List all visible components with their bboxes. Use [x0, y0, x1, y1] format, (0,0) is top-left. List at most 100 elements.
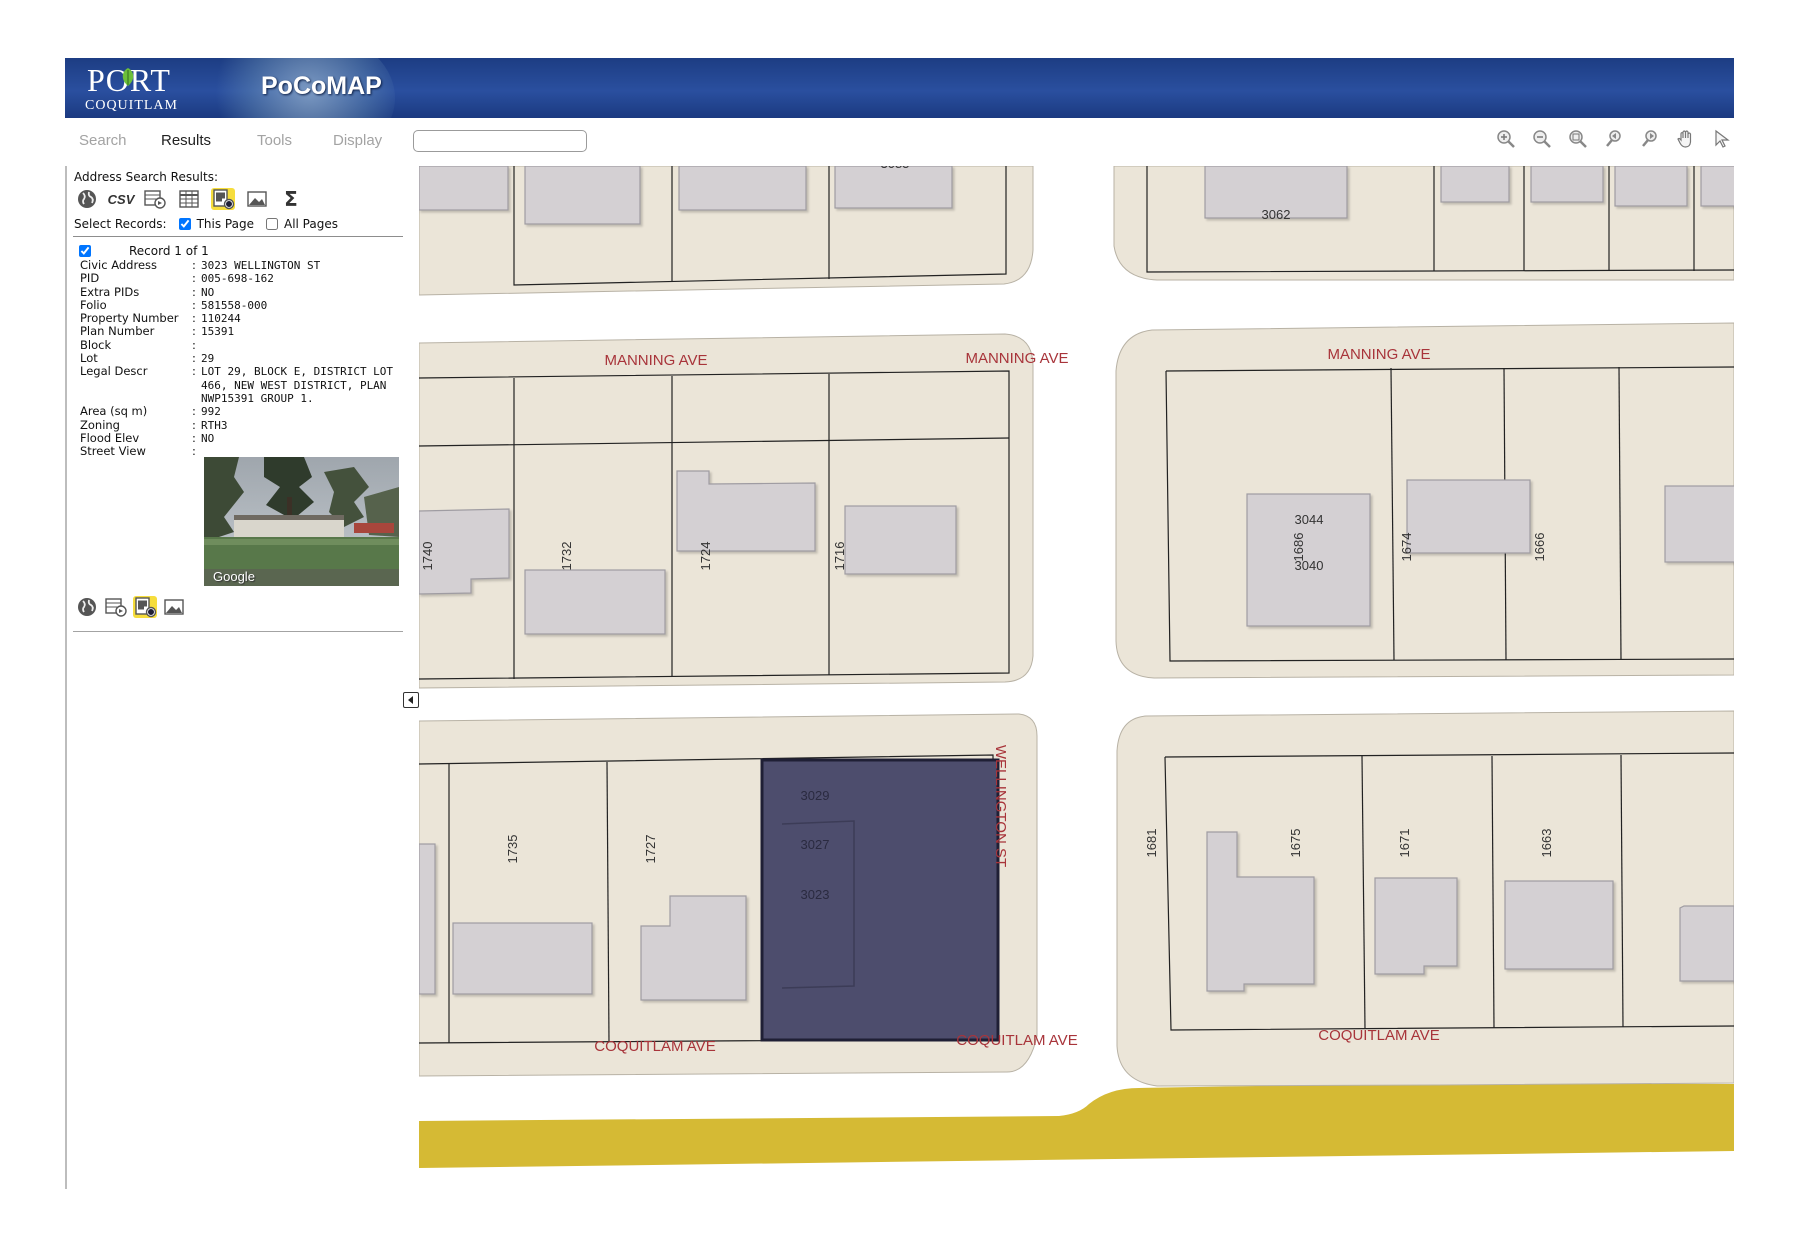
building — [419, 843, 436, 995]
record-field-row: Flood Elev: NO — [80, 430, 401, 445]
record-actions — [75, 596, 186, 618]
record-field-key: Civic Address — [80, 258, 158, 272]
map-view[interactable]: MANNING AVE MANNING AVE MANNING AVE WELLING… — [419, 166, 1734, 1189]
table-grid-icon[interactable] — [177, 188, 201, 210]
record-field-row: Property Number:110244 — [80, 311, 401, 326]
building — [1530, 166, 1604, 203]
all-pages-checkbox[interactable] — [265, 218, 278, 230]
record-field-value: RTH3 — [201, 418, 228, 432]
address-label: 1724 — [698, 542, 713, 571]
record-field-key: Legal Descr — [80, 364, 148, 379]
record-field-key: Zoning — [80, 417, 120, 432]
app-title: PoCoMAP — [261, 72, 382, 100]
csv-export-icon[interactable]: CSV — [108, 188, 135, 210]
building — [1374, 877, 1458, 975]
address-label: 3062 — [1262, 207, 1291, 222]
record-field-row: Plan Number:15391 — [80, 324, 401, 339]
record-field-row: Lot:29 — [80, 351, 401, 366]
address-label: 1681 — [1144, 829, 1159, 858]
next-extent-icon[interactable] — [1639, 128, 1661, 150]
collapse-panel-button[interactable] — [403, 692, 419, 708]
record-field-row: Civic Address:3023 WELLINGTON ST — [80, 258, 401, 272]
record-field-key: Flood Elev — [80, 430, 140, 445]
map-toolbar — [1495, 128, 1733, 156]
building — [1664, 485, 1734, 563]
record-header: Record 1 of 1 — [77, 244, 209, 258]
record-field-separator: : — [192, 271, 196, 286]
image-icon[interactable] — [245, 188, 269, 210]
select-arrow-icon[interactable] — [1711, 128, 1733, 150]
record-field-separator: : — [192, 430, 196, 445]
record-field-key: PID — [80, 271, 100, 286]
select-records-row: Select Records: This Page All Pages — [74, 217, 338, 231]
record-image-icon[interactable] — [162, 596, 186, 618]
record-field-value: LOT 29, BLOCK E, DISTRICT LOT 466, NEW W… — [201, 365, 394, 405]
building — [524, 569, 666, 635]
zoom-in-icon[interactable] — [1495, 128, 1517, 150]
tab-search[interactable]: Search — [79, 132, 127, 149]
record-field-value: 581558-000 — [201, 298, 268, 312]
tab-results[interactable]: Results — [161, 132, 211, 149]
record-field-value: 110244 — [201, 312, 241, 326]
record-field-separator: : — [192, 311, 196, 326]
address-label: 1732 — [559, 542, 574, 571]
pocomap-app: PORT COQUITLAM PoCoMAP Search Results To… — [65, 58, 1734, 1189]
street-label: COQUITLAM AVE — [1318, 1027, 1439, 1044]
record-field-value: 29 — [201, 352, 215, 366]
chevron-left-icon — [408, 696, 413, 704]
tab-tools[interactable]: Tools — [257, 132, 292, 149]
coquitlam-ave-road — [419, 1083, 1734, 1168]
building — [524, 166, 641, 225]
record-field-separator: : — [192, 258, 196, 272]
record-report-icon[interactable] — [104, 596, 128, 618]
record-details-icon[interactable] — [211, 188, 235, 210]
previous-extent-icon[interactable] — [1603, 128, 1625, 150]
record-field-key: Extra PIDs — [80, 284, 140, 299]
record-field-value: 15391 — [201, 325, 235, 339]
address-label: 1740 — [420, 542, 435, 571]
record-field-row: Zoning: RTH3 — [80, 417, 401, 432]
building — [1700, 166, 1734, 207]
record-globe-icon[interactable] — [75, 596, 99, 618]
selected-parcel[interactable] — [760, 758, 1000, 1042]
record-field-separator: : — [192, 364, 196, 379]
zoom-extent-icon[interactable] — [1567, 128, 1589, 150]
address-label: 3085 — [881, 166, 910, 171]
street-view-image[interactable]: Google — [204, 457, 399, 586]
building — [844, 505, 957, 575]
address-label: 1663 — [1539, 829, 1554, 858]
building — [1614, 166, 1688, 207]
results-actions: CSV Σ — [75, 187, 303, 211]
logo-coquitlam-text: COQUITLAM — [85, 98, 178, 113]
building — [1440, 166, 1510, 203]
building — [1679, 905, 1734, 982]
select-records-label: Select Records: — [74, 217, 167, 231]
pan-hand-icon[interactable] — [1675, 128, 1697, 150]
street-view-credit: Google — [213, 569, 255, 584]
record-field-separator: : — [192, 444, 196, 459]
address-label: 1727 — [643, 835, 658, 864]
record-field-value: 992 — [201, 405, 221, 419]
building — [834, 166, 953, 209]
record-field-separator: : — [192, 324, 196, 339]
address-search-input[interactable] — [413, 130, 587, 152]
results-panel: Address Search Results: CSV Σ Select Rec… — [65, 166, 407, 1189]
record-field-key: Block — [80, 337, 112, 352]
building — [678, 166, 807, 211]
record-field-key: Property Number — [80, 311, 179, 326]
report-icon[interactable] — [143, 188, 167, 210]
tab-display[interactable]: Display — [333, 132, 382, 149]
sum-icon[interactable]: Σ — [279, 187, 303, 211]
record-field-key: Street View — [80, 444, 146, 459]
globe-icon[interactable] — [75, 188, 99, 210]
record-field-value: 005-698-162 — [201, 272, 274, 286]
record-attributes: Civic Address:3023 WELLINGTON ST PID:005-… — [80, 258, 401, 459]
record-details-active-icon[interactable] — [133, 596, 157, 618]
record-select-checkbox[interactable] — [79, 245, 91, 257]
zoom-out-icon[interactable] — [1531, 128, 1553, 150]
street-label: COQUITLAM AVE — [956, 1032, 1077, 1049]
street-label: COQUITLAM AVE — [594, 1038, 715, 1055]
record-field-separator: : — [192, 417, 196, 432]
record-field-separator: : — [192, 297, 196, 312]
this-page-checkbox[interactable] — [178, 218, 191, 230]
